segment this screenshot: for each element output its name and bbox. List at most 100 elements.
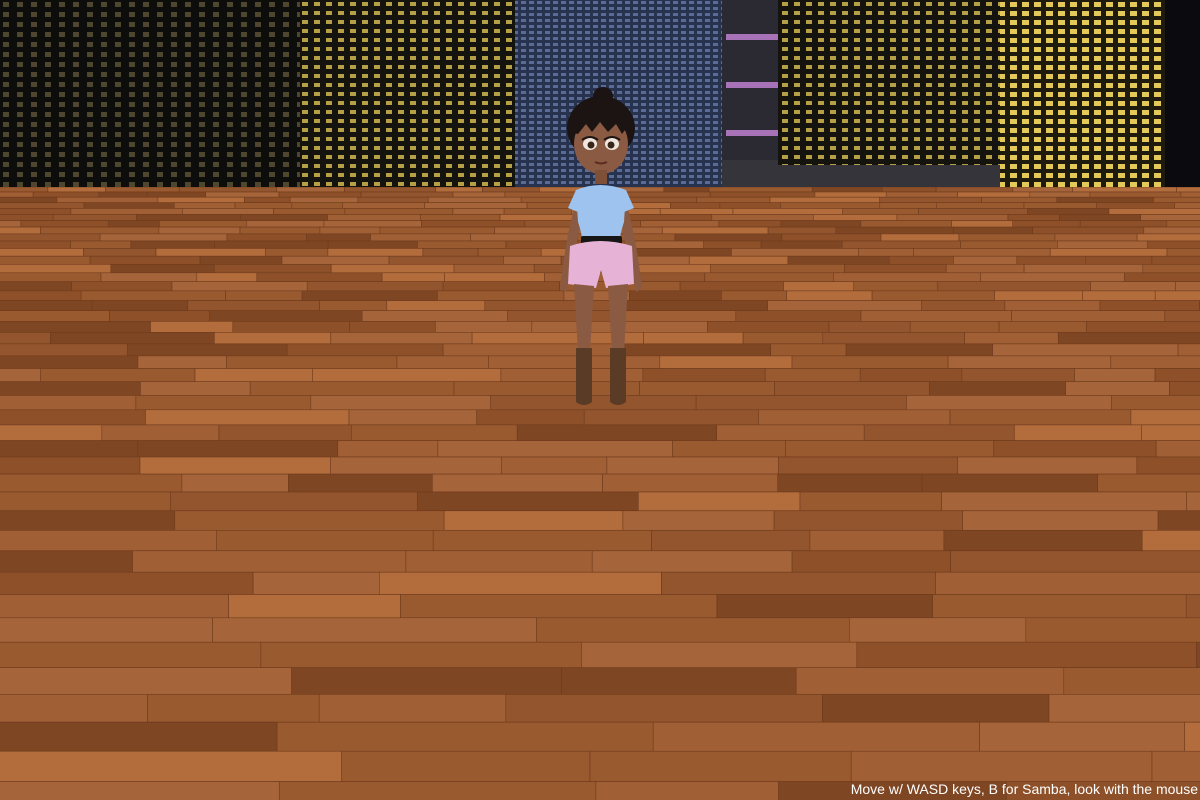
floor-plank [932, 594, 1187, 619]
floor-plank [173, 202, 236, 209]
floor-plank [256, 272, 383, 283]
floor-plank [950, 550, 1200, 573]
floor-plank [780, 220, 861, 228]
floor-plank [225, 290, 303, 301]
floor-plank [246, 220, 325, 228]
floor-plank [731, 248, 859, 257]
floor-plank [561, 667, 797, 695]
floor-plank [643, 332, 744, 345]
floor-plank [379, 226, 495, 235]
right-boot [610, 348, 626, 405]
floor-plank [388, 255, 504, 265]
floor-plank [853, 281, 939, 292]
floor-plank [1154, 368, 1200, 382]
floor-plank [735, 310, 862, 322]
floor-plank [941, 491, 1187, 512]
floor-plank [642, 368, 766, 382]
floor-plank [913, 248, 1051, 257]
floor-plank [158, 226, 241, 235]
floor-plank [998, 321, 1087, 333]
floor-plank [787, 255, 890, 265]
floor-plank [1032, 226, 1145, 235]
floor-plank [0, 395, 137, 411]
floor-plank [1130, 409, 1200, 426]
floor-plank [244, 196, 291, 203]
floor-plank [696, 196, 771, 203]
floor-plank [178, 187, 277, 193]
floor-plank [981, 196, 1058, 203]
floor-plank [663, 187, 710, 193]
floor-plank [1153, 196, 1200, 203]
floor-plank [1166, 220, 1200, 228]
floor-plank [896, 214, 1009, 221]
floor-plank [921, 300, 1006, 311]
floor-plank [695, 395, 907, 411]
floor-plank [281, 255, 390, 265]
floor-plank [301, 290, 438, 301]
floor-plank [835, 226, 954, 235]
floor-plank [1004, 300, 1101, 311]
floor-plank [703, 240, 762, 249]
floor-plank [856, 641, 1197, 669]
floor-plank [879, 202, 937, 209]
floor-plank [1155, 440, 1200, 458]
floor-plank [1027, 208, 1110, 215]
floor-plank [842, 208, 919, 215]
floor-plank [71, 281, 173, 292]
floor-plank [199, 255, 283, 265]
floor-plank [742, 332, 824, 345]
floor-plank [1072, 187, 1177, 193]
floor-plank [0, 529, 217, 551]
floor-plank [1136, 456, 1200, 475]
floor-plank [0, 300, 93, 311]
floor-plank [0, 571, 254, 595]
floor-plank [135, 395, 312, 411]
floor-plank [672, 440, 786, 458]
floor-plank [880, 233, 960, 242]
floor-plank [1096, 202, 1175, 209]
floor-plank [1110, 355, 1200, 369]
floor-plank [980, 272, 1125, 283]
floor-plank [863, 424, 1015, 441]
floor-plank [424, 202, 528, 209]
floor-plank [137, 355, 227, 369]
floor-plank [99, 233, 228, 242]
floor-plank [0, 214, 54, 221]
floor-plank [918, 208, 1028, 215]
floor-plank [1184, 721, 1200, 752]
floor-plank [993, 440, 1157, 458]
floor-plank [1074, 368, 1156, 382]
floor-plank [0, 667, 292, 695]
floor-plank [361, 310, 509, 322]
floor-plank [1057, 240, 1149, 249]
floor-plank [342, 202, 425, 209]
floor-plank [799, 491, 942, 512]
floor-plank [711, 214, 814, 221]
floor-plank [420, 214, 501, 221]
floor-plank [718, 220, 782, 228]
floor-plank [20, 220, 110, 228]
floor-plank [171, 281, 308, 292]
floor-plank [957, 456, 1138, 475]
floor-plank [1176, 187, 1200, 193]
floor-plank [879, 196, 982, 203]
floor-plank [0, 355, 139, 369]
floor-plank [0, 272, 102, 283]
floor-plank [536, 617, 850, 643]
floor-plank [0, 510, 176, 531]
floor-plank [139, 456, 331, 475]
floor-plank [602, 473, 779, 493]
floor-plank [1108, 208, 1200, 215]
floor-plank [1141, 529, 1200, 551]
floor-plank [327, 214, 421, 221]
floor-plank [232, 321, 350, 333]
floor-plank [0, 233, 101, 242]
floor-plank [860, 220, 952, 228]
right-leg [608, 284, 628, 352]
floor-plank [453, 264, 535, 274]
floor-plank [422, 248, 479, 257]
floor-plank [0, 290, 82, 301]
game-canvas[interactable]: Move w/ WASD keys, B for Samba, look wit… [0, 0, 1200, 800]
player-character [560, 87, 642, 405]
floor-plank [357, 196, 429, 203]
